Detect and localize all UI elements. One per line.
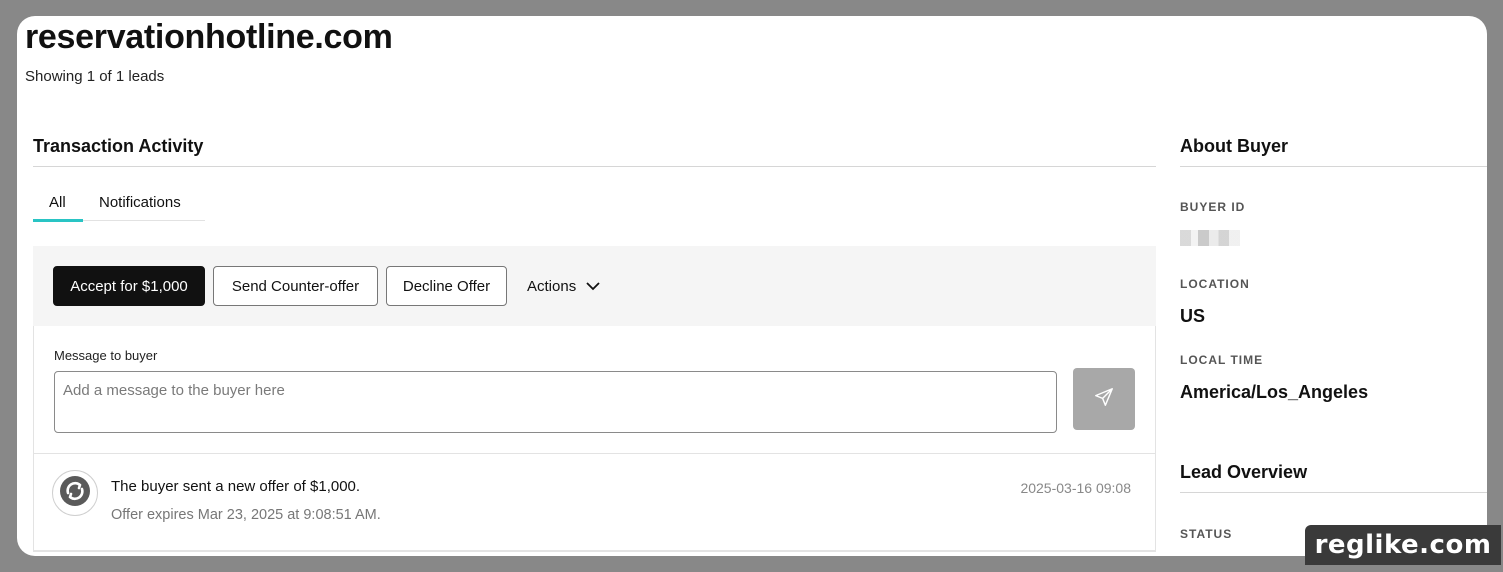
message-label: Message to buyer: [54, 348, 158, 363]
location-label: LOCATION: [1180, 277, 1250, 291]
message-input[interactable]: [54, 371, 1057, 433]
chevron-down-icon: [586, 281, 600, 291]
active-tab-indicator: [33, 219, 83, 222]
watermark: reglike.com: [1305, 525, 1501, 565]
status-label: STATUS: [1180, 527, 1233, 541]
actions-dropdown[interactable]: Actions: [527, 266, 617, 306]
local-time-value: America/Los_Angeles: [1180, 382, 1369, 402]
about-buyer-heading: About Buyer: [1180, 136, 1487, 167]
send-message-button[interactable]: [1073, 368, 1135, 430]
accept-offer-button[interactable]: Accept for $1,000: [53, 266, 205, 306]
activity-expiry: Offer expires Mar 23, 2025 at 9:08:51 AM…: [111, 507, 381, 523]
decline-offer-button[interactable]: Decline Offer: [386, 266, 507, 306]
tab-notifications-label: Notifications: [99, 194, 181, 211]
buyer-id-redacted: [1180, 230, 1240, 246]
offer-action-bar: Accept for $1,000 Send Counter-offer Dec…: [33, 246, 1156, 326]
avatar: [52, 470, 98, 516]
buyer-id-label: BUYER ID: [1180, 200, 1246, 214]
send-icon: [1093, 386, 1115, 413]
divider: [34, 550, 1155, 551]
lead-overview-heading: Lead Overview: [1180, 462, 1487, 493]
page-title: reservationhotline.com: [25, 18, 393, 56]
location-value: US: [1180, 306, 1206, 326]
counter-offer-button[interactable]: Send Counter-offer: [213, 266, 378, 306]
message-composer: Message to buyer: [33, 326, 1156, 454]
actions-dropdown-label: Actions: [527, 277, 577, 295]
lead-detail-card: reservationhotline.com Showing 1 of 1 le…: [17, 16, 1487, 556]
local-time-label: LOCAL TIME: [1180, 353, 1264, 367]
activity-item: The buyer sent a new offer of $1,000. Of…: [33, 454, 1156, 552]
transaction-activity-heading: Transaction Activity: [33, 136, 1156, 167]
lead-count: Showing 1 of 1 leads: [25, 68, 165, 85]
activity-tabs: All Notifications: [33, 192, 205, 222]
tab-all[interactable]: All: [49, 194, 66, 211]
offer-sync-icon: [59, 475, 91, 512]
tab-all-label: All: [49, 194, 66, 211]
tab-notifications[interactable]: Notifications: [99, 194, 181, 211]
activity-timestamp: 2025-03-16 09:08: [1020, 480, 1131, 496]
activity-message: The buyer sent a new offer of $1,000.: [111, 478, 361, 495]
